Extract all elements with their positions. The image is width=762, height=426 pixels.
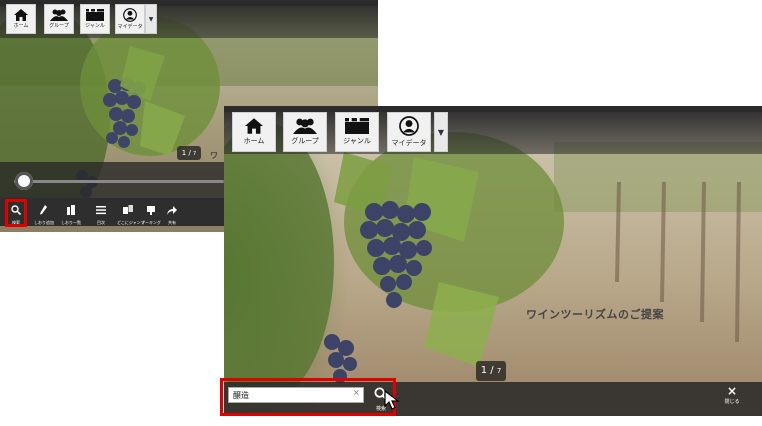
- top-navigation: ホーム グループ ジャンル マイデータ ▼: [224, 106, 762, 154]
- toc-label: 目次: [97, 220, 105, 225]
- nav-home-label: ホーム: [13, 23, 29, 29]
- bookmark-add-label: しおり追加: [34, 220, 54, 225]
- page-current: 1: [181, 149, 187, 157]
- clapperboard-icon: [345, 118, 369, 134]
- bookmark-list-label: しおり一覧: [61, 220, 81, 225]
- page-slider-track[interactable]: [14, 180, 224, 183]
- page-separator: /: [490, 365, 494, 376]
- nav-mydata-label: マイデータ: [117, 24, 143, 30]
- nav-genre-button[interactable]: ジャンル: [335, 112, 379, 152]
- nav-home-button[interactable]: ホーム: [232, 112, 276, 152]
- page-total: 7: [496, 367, 502, 375]
- page-counter: 1 / 7: [177, 146, 201, 160]
- nav-genre-label: ジャンル: [343, 137, 371, 145]
- share-label: 共有: [168, 220, 176, 225]
- share-icon: [167, 206, 177, 215]
- mouse-cursor-icon: [384, 390, 400, 410]
- page-current: 1: [480, 365, 488, 376]
- page-slider-handle[interactable]: [15, 172, 33, 190]
- home-icon: [14, 9, 28, 21]
- nav-mydata-button[interactable]: マイデータ: [115, 4, 145, 34]
- user-icon: [123, 8, 137, 22]
- marker-icon: [147, 206, 155, 215]
- nav-group-label: グループ: [49, 23, 69, 29]
- list-icon: [96, 206, 106, 215]
- toc-tool-button[interactable]: 目次: [90, 200, 112, 225]
- search-bar-highlight: [220, 378, 396, 416]
- jump-label: どこにジャンプ: [117, 220, 145, 225]
- bookmarks-icon: [67, 205, 75, 215]
- bookmark-list-tool-button[interactable]: しおり一覧: [60, 200, 82, 225]
- top-navigation: ホーム グループ ジャンル マイデータ ▼: [0, 0, 378, 38]
- slide-title: ワインツーリズムのご提案: [526, 308, 664, 321]
- group-icon: [50, 9, 68, 21]
- bookmark-add-tool-button[interactable]: しおり追加: [33, 200, 55, 225]
- jump-tool-button[interactable]: どこにジャンプ: [117, 200, 145, 225]
- nav-group-button[interactable]: グループ: [44, 4, 74, 34]
- nav-genre-button[interactable]: ジャンル: [80, 4, 110, 34]
- search-tool-highlight: [5, 199, 27, 227]
- marking-label: マーキング: [141, 220, 161, 225]
- group-icon: [293, 118, 317, 134]
- nav-mydata-label: マイデータ: [391, 139, 427, 147]
- page-total: 7: [193, 151, 197, 157]
- clapperboard-icon: [86, 9, 104, 21]
- nav-group-label: グループ: [291, 137, 319, 145]
- pages-icon: [123, 205, 133, 214]
- page-counter: 1 / 7: [476, 361, 506, 381]
- nav-home-label: ホーム: [243, 137, 265, 145]
- nav-group-button[interactable]: グループ: [283, 112, 327, 152]
- share-tool-button[interactable]: 共有: [161, 200, 183, 225]
- viewer-window-front: ホーム グループ ジャンル マイデータ ▼ ワインツーリズムのご提案 1 / 7…: [220, 106, 762, 416]
- nav-home-button[interactable]: ホーム: [6, 4, 36, 34]
- slide-title-peek: ワ: [210, 151, 218, 160]
- close-label: 閉じる: [724, 399, 740, 405]
- chevron-down-icon: ▼: [437, 128, 445, 137]
- nav-genre-label: ジャンル: [85, 23, 105, 29]
- nav-mydata-button[interactable]: マイデータ: [387, 112, 431, 152]
- close-button[interactable]: × 閉じる: [718, 384, 746, 412]
- nav-dropdown-button[interactable]: ▼: [145, 4, 157, 34]
- nav-dropdown-button[interactable]: ▼: [434, 112, 448, 152]
- user-icon: [399, 116, 419, 136]
- marking-tool-button[interactable]: マーキング: [140, 200, 162, 225]
- home-icon: [245, 118, 263, 134]
- pencil-icon: [40, 205, 47, 215]
- page-separator: /: [188, 149, 191, 157]
- close-icon: ×: [726, 384, 738, 398]
- chevron-down-icon: ▼: [148, 16, 154, 23]
